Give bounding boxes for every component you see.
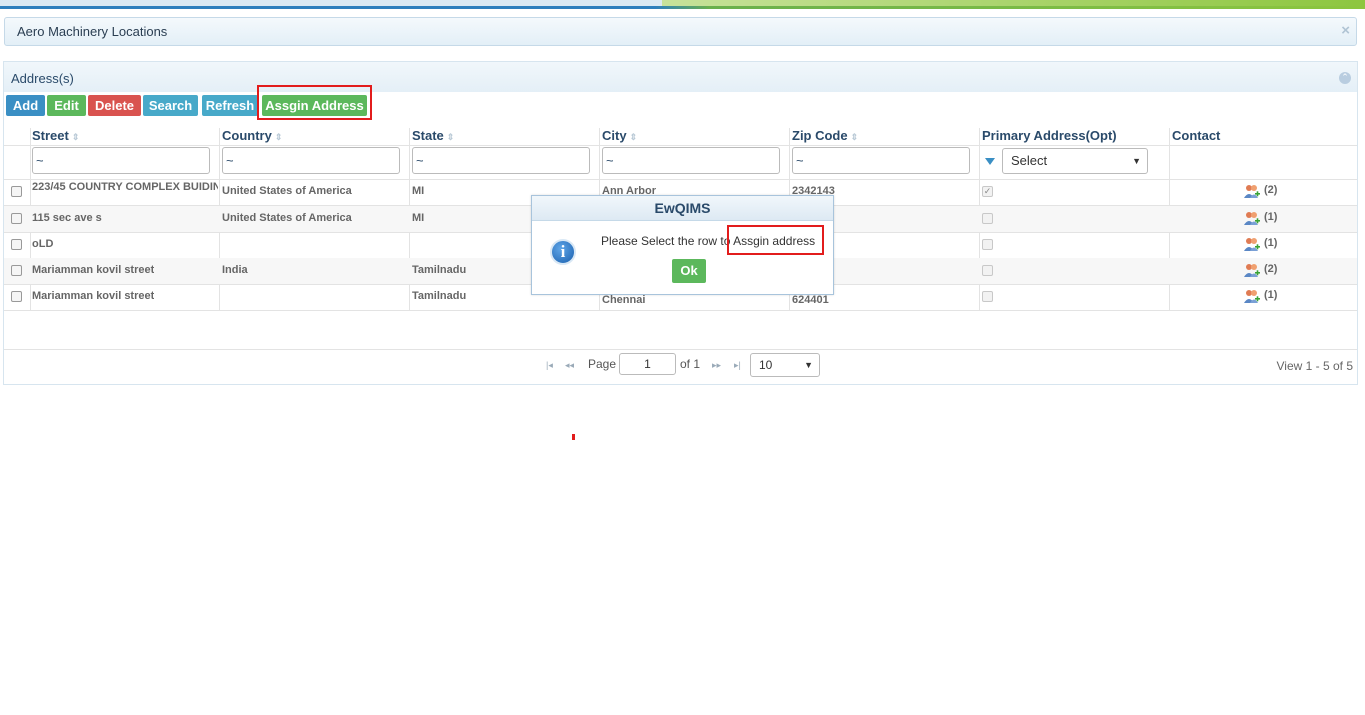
- refresh-button[interactable]: Refresh: [202, 95, 258, 116]
- row-checkbox[interactable]: [11, 239, 22, 250]
- next-page-icon[interactable]: ▸▸: [712, 360, 721, 371]
- cell-state: Tamilnadu: [412, 264, 467, 276]
- country-filter[interactable]: ~: [222, 147, 400, 174]
- of-pages-label: of 1: [680, 357, 701, 371]
- cell-street: 115 sec ave s: [32, 212, 102, 224]
- cell-street: oLD: [32, 238, 54, 250]
- grid-header: Street ⇕ Country ⇕ State ⇕ City ⇕ Zip Code ⇕ …: [4, 128, 1357, 145]
- add-button[interactable]: Add: [6, 95, 45, 116]
- contact-add-icon[interactable]: [1244, 211, 1260, 226]
- cursor-mark: [572, 434, 575, 440]
- cell-country: India: [222, 264, 248, 276]
- pager: |◂ ◂◂ Page 1 of 1 ▸▸ ▸| 10 ▼ View 1 - 5 o…: [4, 349, 1357, 384]
- grid-filter-row: ~ ~ ~ ~ ~ Select ▼: [4, 145, 1357, 180]
- col-state[interactable]: State ⇕: [412, 128, 454, 145]
- zip-filter[interactable]: ~: [792, 147, 970, 174]
- contact-add-icon[interactable]: [1244, 263, 1260, 278]
- contact-count[interactable]: (2): [1264, 184, 1277, 196]
- cell-country: United States of America: [222, 185, 352, 197]
- rows-per-page-select[interactable]: 10 ▼: [750, 353, 820, 377]
- cell-street: Mariamman kovil street: [32, 290, 155, 302]
- edit-button[interactable]: Edit: [47, 95, 86, 116]
- contact-add-icon[interactable]: [1244, 289, 1260, 304]
- col-city[interactable]: City ⇕: [602, 128, 637, 145]
- contact-count[interactable]: (1): [1264, 211, 1277, 223]
- col-street[interactable]: Street ⇕: [32, 128, 79, 145]
- address-panel-header: Address(s) ⌃: [4, 62, 1357, 92]
- row-checkbox[interactable]: [11, 291, 22, 302]
- cell-street: 223/45 COUNTRY COMPLEX BUIDING: [32, 181, 218, 193]
- col-country[interactable]: Country ⇕: [222, 128, 282, 145]
- col-contact: Contact: [1172, 128, 1221, 143]
- cell-street: Mariamman kovil street: [32, 264, 155, 276]
- page-input[interactable]: 1: [619, 353, 676, 375]
- primary-checkbox[interactable]: [982, 291, 993, 302]
- col-primary-address[interactable]: Primary Address(Opt): [982, 128, 1117, 145]
- cell-state: MI: [412, 185, 425, 197]
- row-checkbox[interactable]: [11, 213, 22, 224]
- contact-add-icon[interactable]: [1244, 184, 1260, 199]
- contact-count[interactable]: (2): [1264, 263, 1277, 275]
- last-page-icon[interactable]: ▸|: [734, 360, 741, 371]
- primary-checkbox[interactable]: [982, 239, 993, 250]
- street-filter[interactable]: ~: [32, 147, 210, 174]
- contact-count[interactable]: (1): [1264, 237, 1277, 249]
- address-panel-title: Address(s): [11, 71, 74, 86]
- dialog-title: EwQIMS: [532, 196, 833, 221]
- row-checkbox[interactable]: [11, 186, 22, 197]
- primary-checkbox[interactable]: [982, 265, 993, 276]
- view-records-text: View 1 - 5 of 5: [1276, 359, 1354, 373]
- cell-city: Chennai: [602, 294, 646, 306]
- col-zip-code[interactable]: Zip Code ⇕: [792, 128, 858, 145]
- prev-page-icon[interactable]: ◂◂: [565, 360, 574, 371]
- page-label: Page: [588, 357, 617, 371]
- primary-filter-select[interactable]: Select ▼: [1002, 148, 1148, 174]
- primary-checkbox[interactable]: [982, 213, 993, 224]
- window-title-bar: Aero Machinery Locations ×: [4, 17, 1357, 46]
- filter-icon[interactable]: [985, 158, 995, 165]
- close-icon[interactable]: ×: [1341, 23, 1350, 38]
- ok-button[interactable]: Ok: [672, 259, 706, 283]
- city-filter[interactable]: ~: [602, 147, 780, 174]
- state-filter[interactable]: ~: [412, 147, 590, 174]
- delete-button[interactable]: Delete: [88, 95, 141, 116]
- top-divider: [0, 6, 1365, 9]
- contact-add-icon[interactable]: [1244, 237, 1260, 252]
- search-button[interactable]: Search: [143, 95, 198, 116]
- cell-state: MI: [412, 212, 425, 224]
- cell-country: United States of America: [222, 212, 352, 224]
- primary-checkbox-checked[interactable]: ✓: [982, 186, 993, 197]
- cell-state: Tamilnadu: [412, 290, 467, 302]
- first-page-icon[interactable]: |◂: [546, 360, 553, 371]
- cell-zip: 624401: [792, 294, 829, 306]
- row-checkbox[interactable]: [11, 265, 22, 276]
- contact-count[interactable]: (1): [1264, 289, 1277, 301]
- message-highlight: [727, 225, 824, 255]
- window-title: Aero Machinery Locations: [17, 24, 168, 39]
- assign-button-highlight: [257, 85, 372, 120]
- collapse-icon[interactable]: ⌃: [1339, 72, 1351, 84]
- info-icon: i: [550, 239, 576, 265]
